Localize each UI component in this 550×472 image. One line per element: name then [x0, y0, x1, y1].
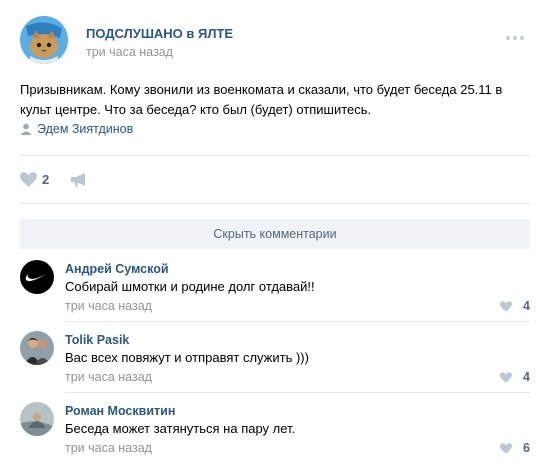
- comment-like-count: 4: [523, 299, 530, 313]
- comment-time[interactable]: три часа назад: [65, 370, 152, 384]
- heart-icon: [500, 301, 512, 312]
- post-time[interactable]: три часа назад: [86, 45, 173, 59]
- actions-divider: [20, 203, 530, 204]
- comment-like-button[interactable]: 4: [490, 299, 530, 315]
- avatar[interactable]: [20, 331, 54, 365]
- hide-comments-button[interactable]: Скрыть комментарии: [20, 219, 530, 249]
- comment-like-button[interactable]: 4: [490, 370, 530, 386]
- more-dots-icon[interactable]: [506, 28, 530, 40]
- heart-icon: [500, 372, 512, 383]
- comment-item: Андрей Сумской Собирай шмотки и родине д…: [20, 260, 530, 330]
- post-text: Призывникам. Кому звонили из военкомата …: [20, 82, 503, 117]
- post-author-link[interactable]: Эдем Зиятдинов: [37, 122, 133, 136]
- comment-time[interactable]: три часа назад: [65, 299, 152, 313]
- avatar[interactable]: [20, 260, 54, 294]
- person-icon: [20, 123, 32, 135]
- megaphone-icon: [71, 173, 85, 187]
- post-actions: 2: [20, 166, 530, 192]
- comment-author-link[interactable]: Андрей Сумской: [65, 262, 169, 276]
- post-divider: [20, 155, 530, 156]
- comment-divider: [65, 392, 530, 393]
- comment-text: Собирай шмотки и родине долг отдавай!!: [65, 279, 315, 294]
- comment-divider: [65, 321, 530, 322]
- heart-icon: [20, 172, 37, 187]
- post-header: ПОДСЛУШАНО в ЯЛТЕ три часа назад: [20, 16, 530, 68]
- share-button[interactable]: [70, 172, 88, 188]
- comment-item: Tolik Pasik Вас всех повяжут и отправят …: [20, 331, 530, 401]
- comment-like-count: 6: [523, 441, 530, 455]
- comment-text: Беседа может затянуться на пару лет.: [65, 421, 296, 436]
- like-count: 2: [42, 172, 50, 187]
- comment-author-link[interactable]: Tolik Pasik: [65, 333, 129, 347]
- comment-item: Роман Москвитин Беседа может затянуться …: [20, 402, 530, 472]
- comment-time[interactable]: три часа назад: [65, 441, 152, 455]
- comment-like-count: 4: [523, 370, 530, 384]
- group-name-link[interactable]: ПОДСЛУШАНО в ЯЛТЕ: [86, 26, 233, 41]
- avatar[interactable]: [20, 402, 54, 436]
- group-avatar[interactable]: [20, 16, 68, 64]
- comment-author-link[interactable]: Роман Москвитин: [65, 404, 175, 418]
- comment-like-button[interactable]: 6: [490, 441, 530, 457]
- heart-icon: [500, 443, 512, 454]
- comment-text: Вас всех повяжут и отправят служить ))): [65, 350, 309, 365]
